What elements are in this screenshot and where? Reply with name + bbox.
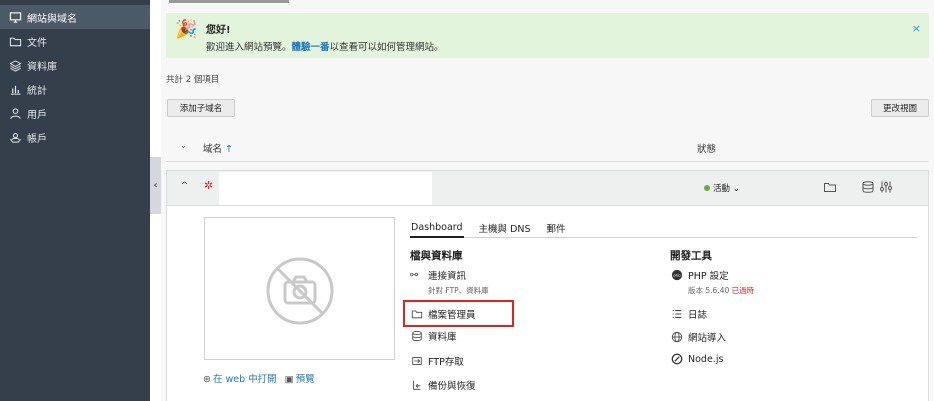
close-icon[interactable]: × <box>912 22 921 35</box>
database-icon <box>9 59 22 72</box>
connection-icon: ⚯ <box>410 269 418 281</box>
logs-icon <box>672 310 682 318</box>
domain-row: ^ ✲ 活動 ⌄ <box>166 170 929 205</box>
status-dot-icon <box>704 185 710 191</box>
globe-icon <box>671 331 683 343</box>
database-icon[interactable] <box>861 180 875 194</box>
folder-icon <box>9 37 22 46</box>
nodejs-link[interactable]: Node.js <box>670 353 723 365</box>
domain-name[interactable] <box>219 172 432 205</box>
preview-icon: ▣ <box>284 374 294 385</box>
welcome-banner: 🎉 您好! 歡迎進入網站預覽。體驗一番以查看可以如何管理網站。 × <box>166 13 929 58</box>
sidebar-item-label: 帳戶 <box>27 133 47 145</box>
backup-icon <box>413 380 421 390</box>
main-content: 🎉 您好! 歡迎進入網站預覽。體驗一番以查看可以如何管理網站。 × 共計 2 個… <box>161 0 934 401</box>
preview-link[interactable]: ▣ 預覽 <box>285 371 315 385</box>
sidebar-item-users[interactable]: 用戶 <box>0 101 150 125</box>
expand-all-icon[interactable]: ⌄ <box>180 141 187 150</box>
files-databases-heading: 檔與資料庫 <box>410 250 463 262</box>
sidebar-item-label: 資料庫 <box>27 61 57 73</box>
domain-details-panel: ⊛ 在 web 中打開 ▣ 預覽 Dashboard 主機與 DNS 郵件 檔與資料… <box>166 205 929 401</box>
user-icon <box>10 107 21 119</box>
databases-link[interactable]: 資料庫 <box>410 329 457 343</box>
monitor-icon <box>9 11 22 23</box>
ftp-access-link[interactable]: FTP存取 <box>410 354 464 368</box>
ftp-icon <box>412 357 422 365</box>
column-header-domain[interactable]: 域名 ↑ <box>203 141 233 155</box>
sort-arrow-icon: ↑ <box>225 144 234 155</box>
file-manager-highlight <box>403 300 514 327</box>
item-count: 共計 2 個項目 <box>166 75 220 85</box>
account-icon <box>10 132 21 143</box>
open-in-web-link[interactable]: ⊛ 在 web 中打開 <box>203 371 277 385</box>
banner-message: 歡迎進入網站預覽。體驗一番以查看可以如何管理網站。 <box>206 42 444 53</box>
add-subdomain-button[interactable]: 添加子域名 <box>167 99 235 117</box>
sidebar-item-label: 統計 <box>27 85 47 97</box>
globe-icon: ⊛ <box>203 374 211 385</box>
page-title-partial <box>169 0 289 4</box>
chart-icon <box>10 85 21 95</box>
tab-mail[interactable]: 郵件 <box>546 218 567 238</box>
nodejs-icon <box>671 353 683 365</box>
sidebar-item-label: 用戶 <box>27 109 47 121</box>
tab-hosting-dns[interactable]: 主機與 DNS <box>478 218 532 238</box>
sidebar-item-label: 網站與域名 <box>27 13 77 25</box>
backup-restore-link[interactable]: 備份與恢復 <box>410 378 476 392</box>
folder-icon[interactable] <box>823 180 837 194</box>
banner-title: 您好! <box>206 25 231 36</box>
chevron-left-icon: ‹ <box>153 180 158 191</box>
php-version-subtitle: 版本 5.6.40 已過時 <box>688 286 755 295</box>
connection-info-link[interactable]: ⚯ 連接資訊 <box>410 268 466 283</box>
website-import-link[interactable]: 網站導入 <box>670 330 726 344</box>
sidebar-item-statistics[interactable]: 統計 <box>0 77 150 101</box>
site-favicon-icon: ✲ <box>204 179 214 192</box>
domain-tabs: Dashboard 主機與 DNS 郵件 <box>410 218 917 238</box>
sidebar: 網站與域名 文件 資料庫 統計 用戶 帳戶 <box>0 0 150 401</box>
chevron-up-icon[interactable]: ^ <box>181 181 189 191</box>
table-header: ⌄ 域名 ↑ 狀態 <box>166 133 929 162</box>
logs-link[interactable]: 日誌 <box>670 307 707 321</box>
site-preview-thumbnail[interactable] <box>204 217 395 360</box>
status-badge[interactable]: 活動 ⌄ <box>704 182 740 194</box>
sidebar-item-account[interactable]: 帳戶 <box>0 125 150 149</box>
php-settings-link[interactable]: php PHP 設定 <box>670 268 729 282</box>
change-view-button[interactable]: 更改視圖 <box>871 99 929 117</box>
svg-text:php: php <box>673 273 681 278</box>
party-popper-icon: 🎉 <box>175 19 198 40</box>
column-header-status: 狀態 <box>697 144 717 155</box>
connection-info-subtitle: 針對 FTP、資料庫 <box>428 286 489 295</box>
sidebar-collapse-handle[interactable]: ‹ <box>150 157 161 214</box>
settings-sliders-icon[interactable] <box>879 180 893 194</box>
php-icon: php <box>671 269 683 281</box>
sidebar-item-websites-domains[interactable]: 網站與域名 <box>0 5 150 29</box>
sidebar-item-databases[interactable]: 資料庫 <box>0 53 150 77</box>
tab-dashboard[interactable]: Dashboard <box>410 218 464 238</box>
sidebar-item-files[interactable]: 文件 <box>0 29 150 53</box>
outdated-badge: 已過時 <box>731 286 755 295</box>
try-it-link[interactable]: 體驗一番 <box>292 42 330 53</box>
dev-tools-heading: 開發工具 <box>670 250 712 262</box>
database-icon <box>412 331 422 341</box>
sidebar-item-label: 文件 <box>27 37 47 49</box>
no-camera-icon <box>266 257 334 325</box>
preview-links: ⊛ 在 web 中打開 ▣ 預覽 <box>203 371 315 385</box>
